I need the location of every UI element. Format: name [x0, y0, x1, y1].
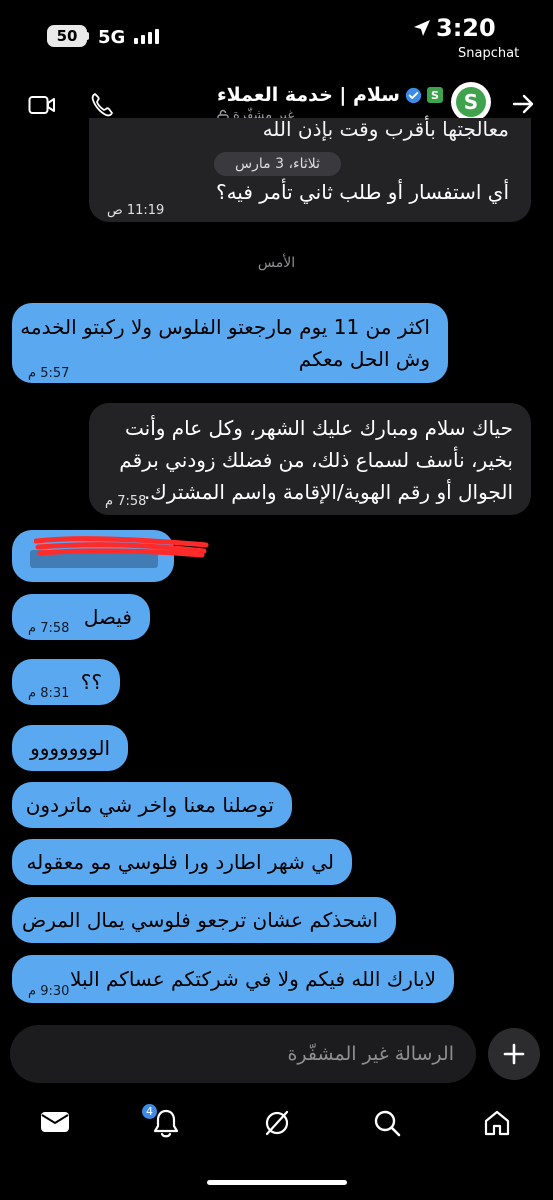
brand-logo-icon: S [427, 87, 443, 103]
message-timestamp: 7:58 م [105, 494, 147, 509]
message-text: لي شهر اطارد ورا فلوسي مو معقوله [26, 850, 334, 874]
message-input[interactable]: الرسالة غير المشفّرة [10, 1025, 476, 1083]
message-text-partial: معالجتها بأقرب وقت بإذن الله [262, 117, 509, 141]
message-line: حياك سلام ومبارك عليك الشهر، وكل عام وأن… [125, 416, 513, 440]
notifications-badge: 4 [142, 1104, 157, 1119]
message-text: لابارك الله فيكم ولا في شركتكم عساكم الب… [70, 967, 436, 991]
search-icon[interactable] [372, 1108, 402, 1138]
message-text: أي استفسار أو طلب ثاني تأمر فيه؟ [215, 180, 509, 204]
attach-button[interactable] [488, 1028, 540, 1080]
message-bubble-received[interactable]: حياك سلام ومبارك عليك الشهر، وكل عام وأن… [89, 403, 531, 515]
message-bubble-sent[interactable]: توصلنا معنا واخر شي ماتردون [12, 782, 292, 828]
chat-title: سلام | خدمة العملاء [216, 84, 400, 106]
video-call-icon[interactable] [28, 94, 56, 116]
message-timestamp: 7:58 م [28, 621, 70, 636]
clock: 3:20 [436, 14, 496, 42]
message-bubble-sent[interactable]: اشحذكم عشان ترجعو فلوسي يمال المرض [12, 897, 396, 943]
date-pill: ثلاثاء، 3 مارس [214, 152, 341, 176]
plus-icon [503, 1043, 525, 1065]
back-arrow-icon[interactable] [511, 92, 535, 116]
message-bubble-sent[interactable]: لي شهر اطارد ورا فلوسي مو معقوله [12, 839, 352, 885]
signal-icon [134, 29, 159, 44]
network-type: 5G [98, 27, 126, 48]
phone-call-icon[interactable] [90, 92, 114, 118]
message-bubble-sent[interactable]: فيصل 7:58 م [12, 594, 150, 640]
home-indicator [0, 1180, 553, 1186]
battery-tip [85, 32, 89, 40]
day-separator: الأمس [257, 255, 296, 271]
message-bubble-sent[interactable]: ؟؟ 8:31 م [12, 659, 120, 705]
battery-indicator: 50 [47, 25, 89, 47]
message-timestamp: 8:31 م [28, 686, 70, 701]
message-bubble-sent[interactable]: اكثر من 11 يوم مارجعتو الفلوس ولا ركبتو … [12, 303, 448, 383]
inbox-icon[interactable] [40, 1108, 70, 1134]
bottom-navigation [0, 1100, 553, 1160]
verified-badge-icon [405, 87, 422, 103]
location-arrow-icon [414, 20, 430, 36]
message-line: الجوال أو رقم الهوية/الإقامة واسم المشتر… [143, 480, 513, 504]
message-line: وش الحل معكم [298, 347, 430, 371]
redaction-scribble [34, 536, 209, 558]
message-timestamp: 5:57 م [28, 366, 70, 381]
status-bar: 50 5G 3:20 Snapchat [0, 0, 553, 80]
message-line: بخير، نأسف لسماع ذلك، من فضلك زودني برقم [119, 448, 513, 472]
message-text: اشحذكم عشان ترجعو فلوسي يمال المرض [22, 908, 378, 932]
message-timestamp: 11:19 ص [107, 203, 165, 218]
message-line: اكثر من 11 يوم مارجعتو الفلوس ولا ركبتو … [20, 315, 430, 339]
message-timestamp: 9:30 م [28, 984, 70, 999]
home-icon[interactable] [482, 1108, 512, 1138]
brand-logo-letter: S [431, 88, 439, 102]
message-text: فيصل [83, 605, 132, 629]
message-input-placeholder: الرسالة غير المشفّرة [287, 1043, 454, 1065]
message-bubble-sent[interactable]: لابارك الله فيكم ولا في شركتكم عساكم الب… [12, 955, 454, 1003]
avatar-logo: S [456, 87, 486, 117]
message-bubble-sent[interactable]: الووووووو [12, 725, 128, 771]
message-text: الووووووو [30, 736, 110, 760]
explore-icon[interactable] [262, 1108, 292, 1138]
message-text: توصلنا معنا واخر شي ماتردون [25, 793, 274, 817]
message-text: ؟؟ [80, 670, 102, 694]
battery-level: 50 [56, 27, 78, 45]
back-to-app-link[interactable]: Snapchat [458, 46, 519, 61]
